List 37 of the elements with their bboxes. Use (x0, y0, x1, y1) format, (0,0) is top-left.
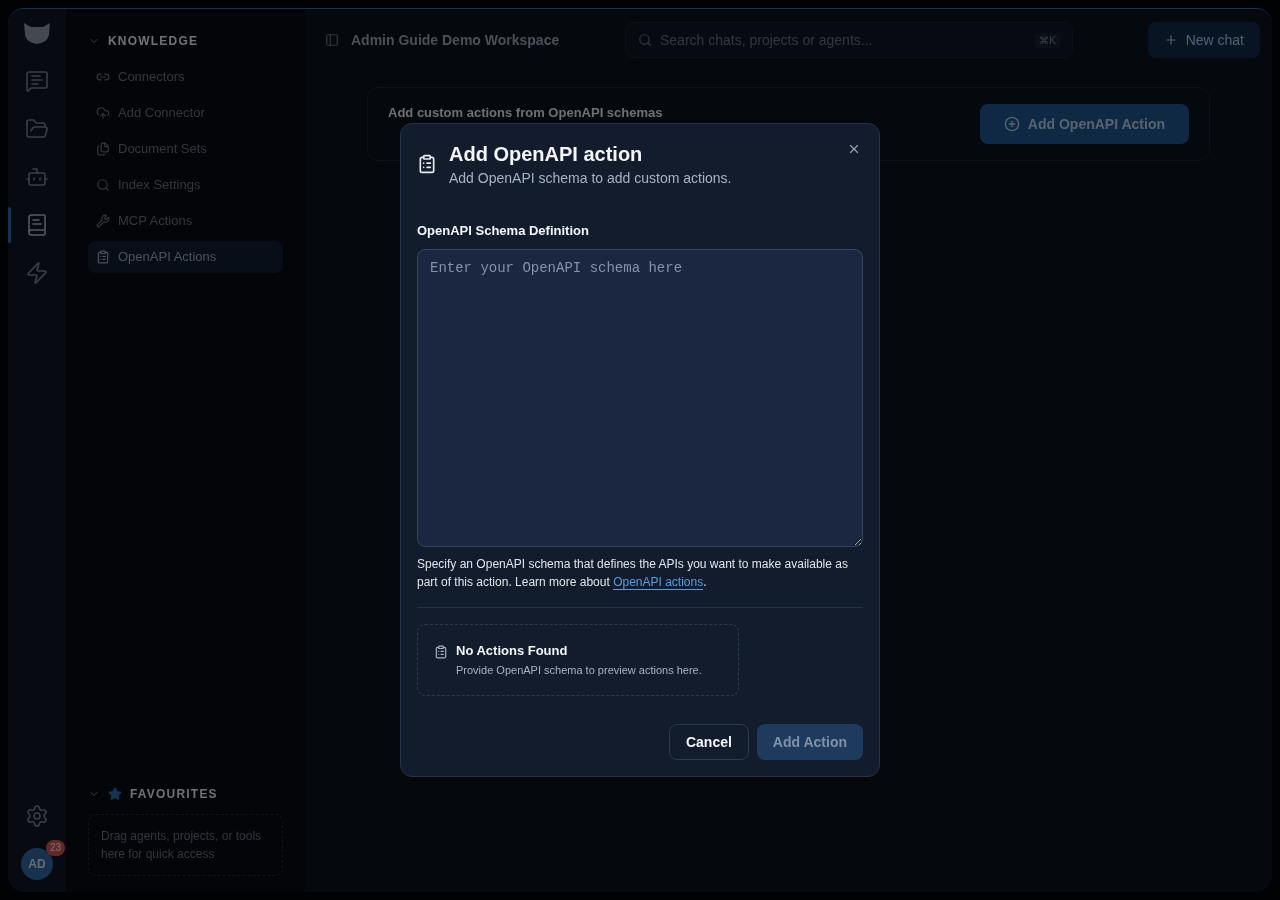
sidebar-label: OpenAPI Actions (118, 248, 217, 267)
plus-circle-icon (1003, 116, 1020, 132)
add-openapi-action-button[interactable]: Add OpenAPI Action (979, 104, 1189, 144)
notification-badge: 23 (45, 840, 65, 856)
folder-icon[interactable] (25, 117, 49, 141)
wrench-icon (96, 214, 110, 228)
new-chat-button[interactable]: New chat (1147, 22, 1260, 58)
sidebar-item[interactable]: OpenAPI Actions (88, 241, 283, 273)
robot-icon[interactable] (25, 165, 49, 189)
plus-icon (1163, 33, 1178, 47)
help-text: Specify an OpenAPI schema that defines the APIs you want to make available as part of this action. Learn more about OpenAPI actions. (417, 555, 849, 591)
cloud-upload-icon (96, 106, 110, 120)
dialog-subtitle: Add OpenAPI schema to add custom actions. (449, 169, 732, 188)
clipboard-icon (96, 250, 110, 264)
lightning-icon[interactable] (25, 261, 49, 285)
schema-input[interactable]: Enter your OpenAPI schema here (417, 248, 863, 547)
empty-state-title: No Actions Found (456, 641, 569, 660)
cancel-button[interactable]: Cancel (668, 724, 749, 760)
star-icon (108, 787, 122, 801)
section-title: FAVOURITES (130, 786, 218, 802)
sidebar-toggle-icon[interactable] (325, 33, 339, 47)
clipboard-icon (417, 154, 437, 174)
link-icon (96, 70, 110, 84)
search-icon (96, 178, 110, 192)
empty-state-text: Provide OpenAPI schema to preview actions here. (456, 663, 702, 678)
clipboard-icon (434, 644, 448, 659)
settings-icon[interactable] (25, 804, 49, 828)
close-icon[interactable] (847, 142, 861, 156)
workspace-title: Admin Guide Demo Workspace (351, 31, 561, 50)
search-icon (638, 33, 652, 47)
section-title: KNOWLEDGE (108, 33, 199, 49)
chat-icon[interactable] (25, 69, 49, 93)
book-icon[interactable] (25, 213, 49, 237)
documents-icon (96, 142, 110, 156)
dialog-title: Add OpenAPI action (449, 142, 644, 167)
card-description: Add custom actions from OpenAPI schemas (388, 104, 663, 123)
field-label: OpenAPI Schema Definition (417, 222, 590, 240)
